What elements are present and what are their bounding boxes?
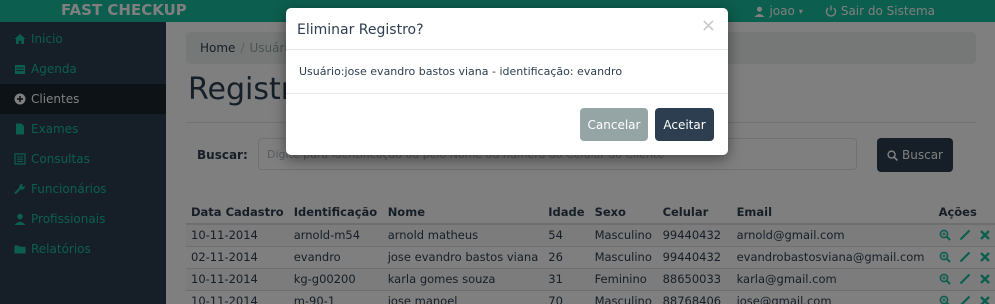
modal-body: Usuário:jose evandro bastos viana - iden… — [286, 50, 728, 94]
modal-title: Eliminar Registro? — [297, 22, 424, 38]
modal-header: Eliminar Registro? × — [286, 8, 728, 50]
close-icon[interactable]: × — [701, 16, 716, 36]
delete-confirm-modal: Eliminar Registro? × Usuário:jose evandr… — [286, 8, 728, 155]
cancel-button[interactable]: Cancelar — [580, 108, 648, 141]
accept-button[interactable]: Aceitar — [655, 108, 714, 141]
modal-footer: Cancelar Aceitar — [286, 94, 728, 155]
